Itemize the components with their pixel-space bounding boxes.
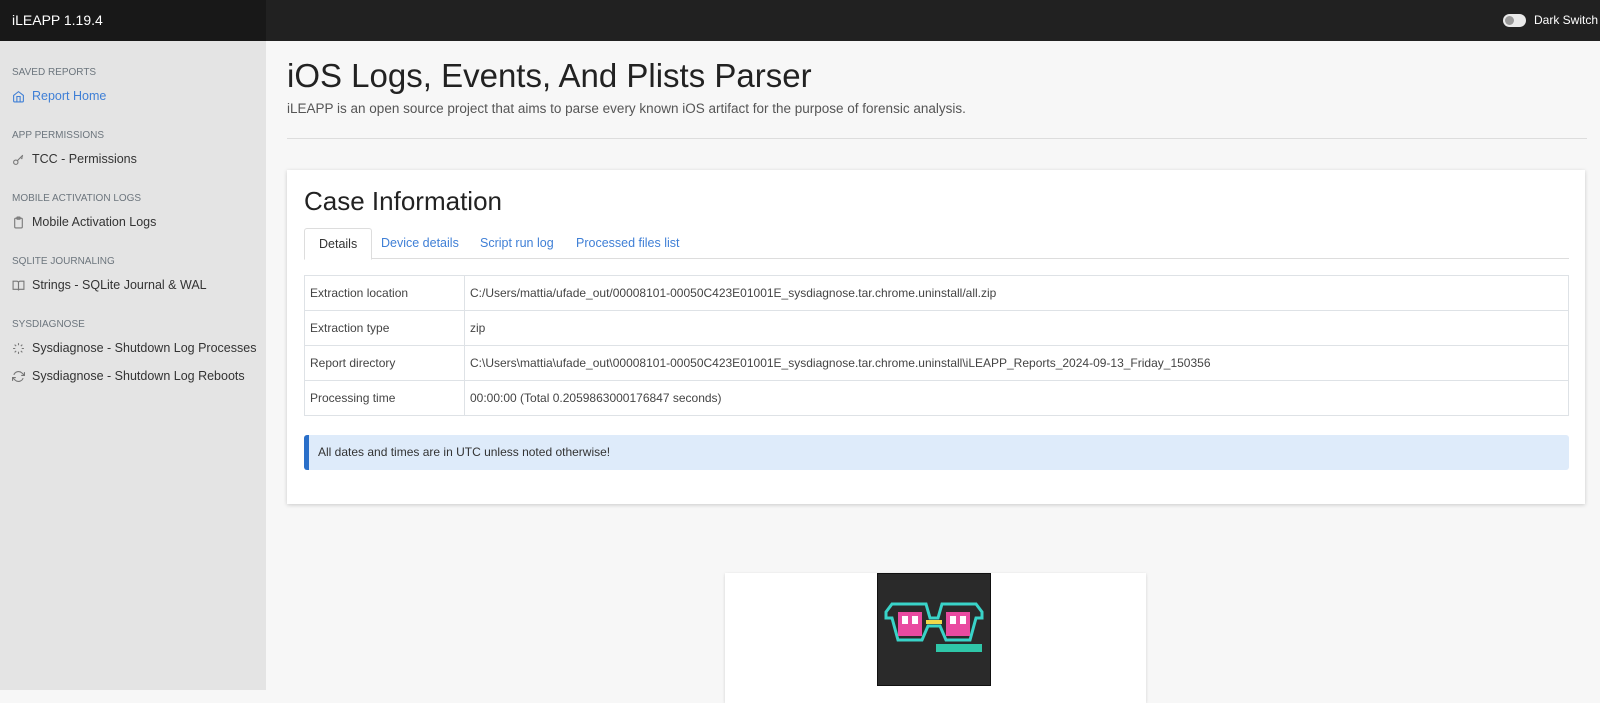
sidebar-heading-sysdiagnose: SYSDIAGNOSE [12,319,85,330]
sidebar-item-label: Mobile Activation Logs [32,215,157,229]
case-information-card: Case Information Details Device details … [287,170,1585,504]
table-row: Extraction type zip [304,310,1569,346]
page-title: iOS Logs, Events, And Plists Parser [287,57,812,94]
dark-switch[interactable]: Dark Switch [1502,12,1598,28]
card-title: Case Information [304,186,502,216]
home-icon [13,90,24,102]
refresh-icon [12,370,25,382]
key-icon [13,154,24,165]
case-tabs: Details Device details Script run log Pr… [304,228,1569,260]
sidebar-item-label: Strings - SQLite Journal & WAL [32,278,207,292]
topbar: iLEAPP 1.19.4 Dark Switch [0,0,1600,41]
row-label: Extraction location [304,275,465,311]
loader-icon [13,342,24,354]
divider [287,138,1587,139]
glasses-logo-icon [878,574,990,685]
table-row: Extraction location C:/Users/mattia/ufad… [304,275,1569,311]
table-row: Processing time 00:00:00 (Total 0.205986… [304,380,1569,416]
sidebar-item-label: Sysdiagnose - Shutdown Log Processes [32,341,257,355]
sidebar-item-label: Sysdiagnose - Shutdown Log Reboots [32,369,245,383]
page-description: iLEAPP is an open source project that ai… [287,101,966,116]
case-details-table: Extraction location C:/Users/mattia/ufad… [304,275,1569,416]
sidebar-item-report-home[interactable]: Report Home [12,86,106,106]
logo-card [725,573,1146,703]
sidebar: SAVED REPORTS Report Home APP PERMISSION… [0,41,266,690]
sidebar-item-shutdown-log-processes[interactable]: Sysdiagnose - Shutdown Log Processes [12,338,256,358]
tab-device-details[interactable]: Device details [367,228,473,259]
row-value: zip [464,310,1569,346]
sidebar-heading-mobile-activation-logs: MOBILE ACTIVATION LOGS [12,193,142,204]
sidebar-item-strings-sqlite[interactable]: Strings - SQLite Journal & WAL [12,275,207,295]
app-title[interactable]: iLEAPP 1.19.4 [0,0,266,41]
utc-notice-alert: All dates and times are in UTC unless no… [304,435,1569,470]
sidebar-item-tcc-permissions[interactable]: TCC - Permissions [12,149,137,169]
sidebar-item-label: TCC - Permissions [32,152,137,166]
row-label: Extraction type [304,310,465,346]
row-value: C:\Users\mattia\ufade_out\00008101-00050… [464,345,1569,381]
row-value: 00:00:00 (Total 0.2059863000176847 secon… [464,380,1569,416]
sidebar-heading-app-permissions: APP PERMISSIONS [12,130,105,141]
tab-script-run-log[interactable]: Script run log [466,228,568,259]
ileapp-logo [877,573,991,686]
clipboard-icon [14,216,23,228]
dark-switch-label: Dark Switch [1533,13,1598,27]
row-label: Report directory [304,345,465,381]
tab-details[interactable]: Details [304,228,373,260]
sidebar-item-mobile-activation-logs[interactable]: Mobile Activation Logs [12,212,156,232]
row-label: Processing time [304,380,465,416]
sidebar-item-shutdown-log-reboots[interactable]: Sysdiagnose - Shutdown Log Reboots [12,366,245,386]
sidebar-item-label: Report Home [32,89,107,103]
table-row: Report directory C:\Users\mattia\ufade_o… [304,345,1569,381]
sidebar-heading-sqlite-journaling: SQLITE JOURNALING [12,256,115,267]
dark-switch-toggle[interactable] [1502,13,1526,27]
row-value: C:/Users/mattia/ufade_out/00008101-00050… [464,275,1569,311]
tab-processed-files-list[interactable]: Processed files list [562,228,694,259]
book-open-icon [12,280,25,290]
main-content: iOS Logs, Events, And Plists Parser iLEA… [266,41,1600,703]
sidebar-heading-saved-reports: SAVED REPORTS [12,67,97,78]
